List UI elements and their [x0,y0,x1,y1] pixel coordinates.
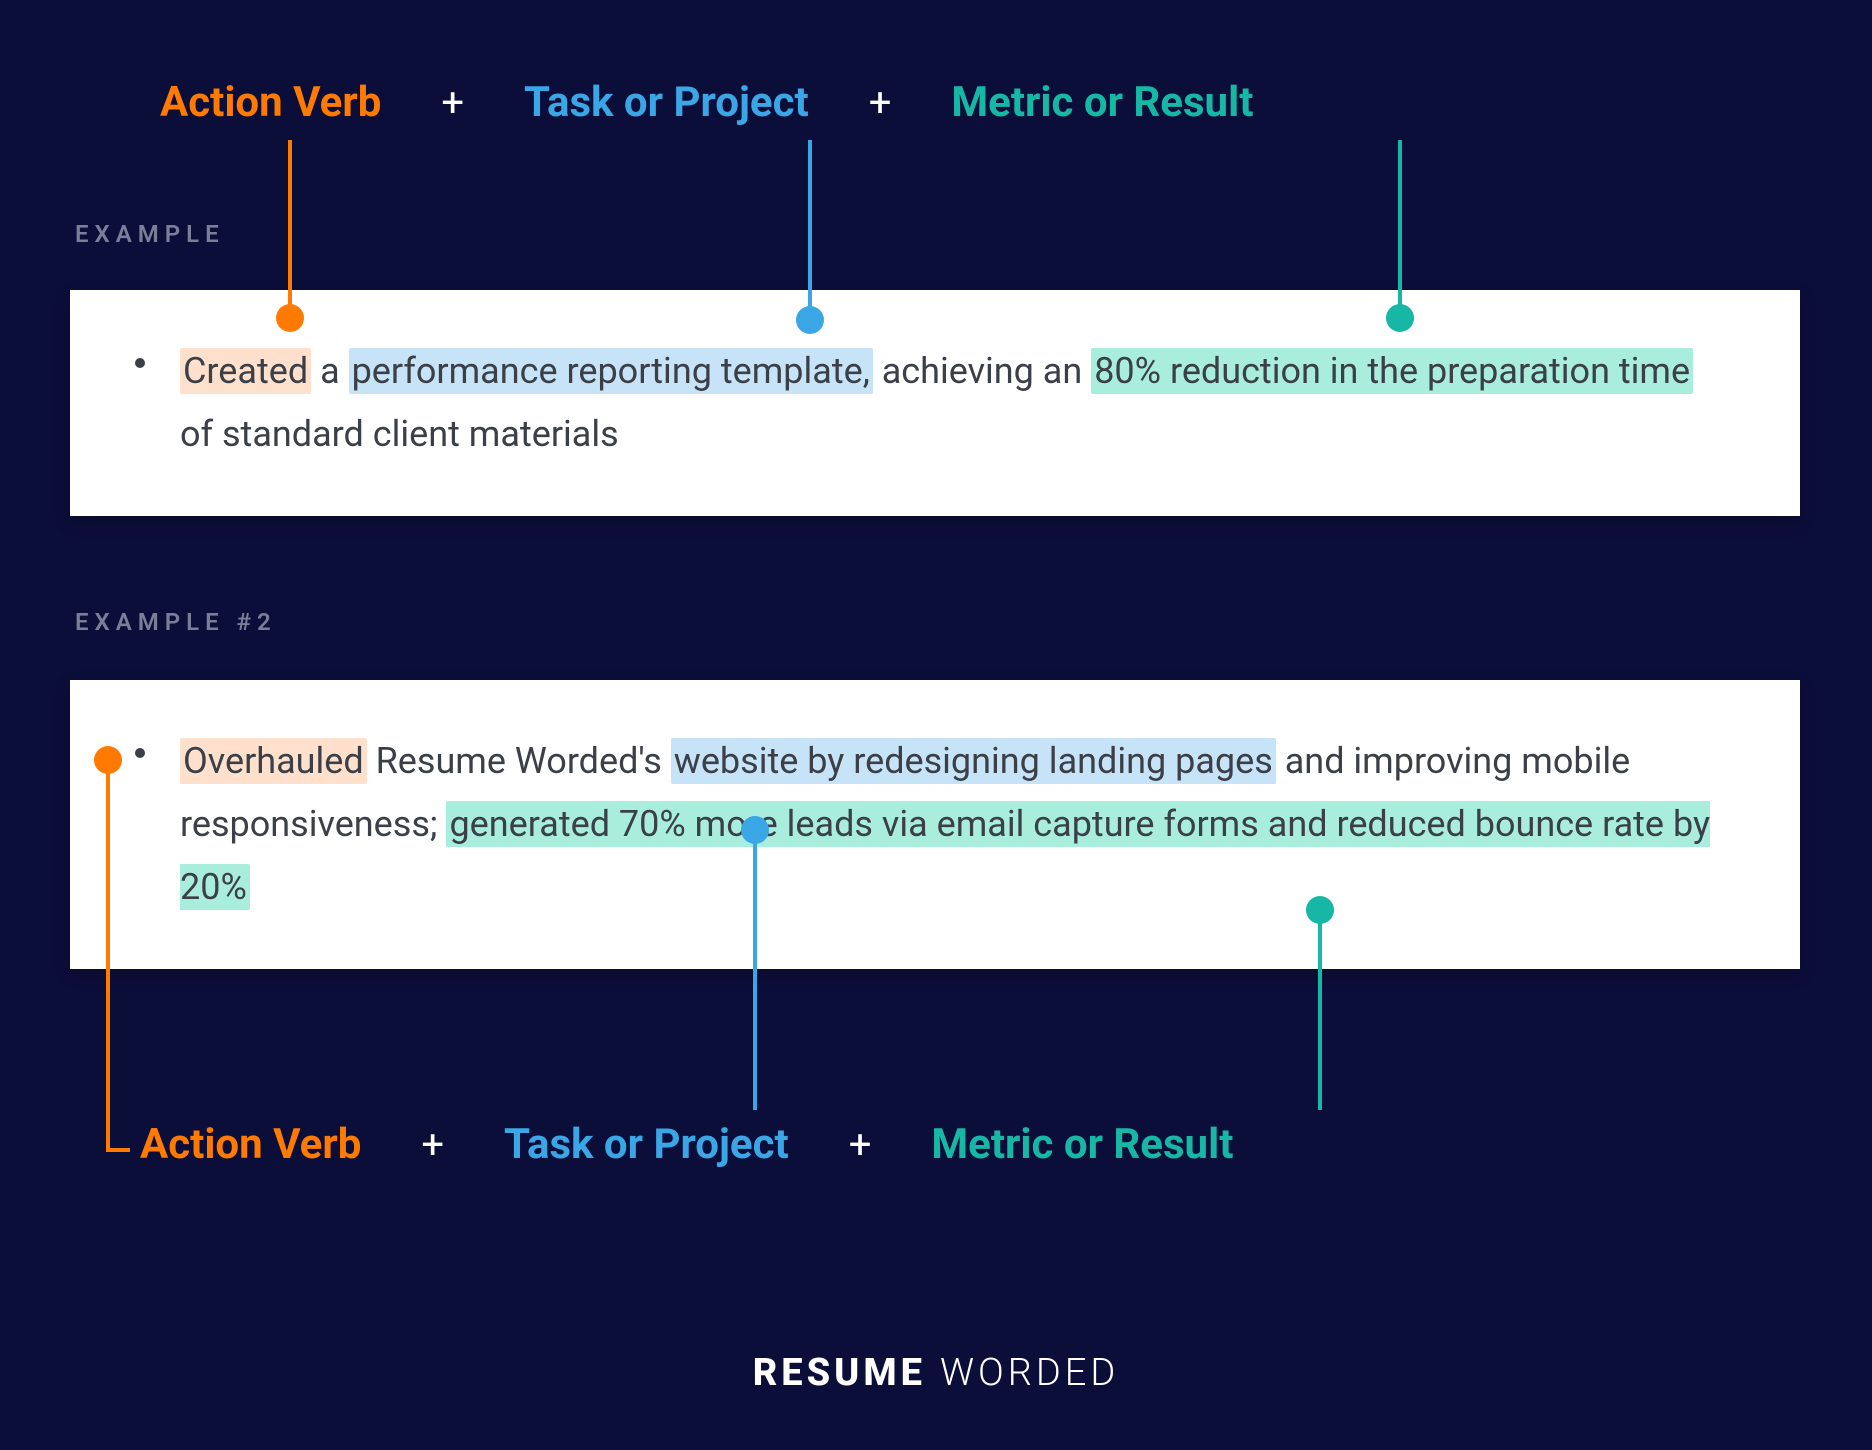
formula-task: Task or Project [504,1120,789,1169]
ex1-text: a [311,350,348,392]
ex2-task-highlight: website by redesigning landing pages [671,738,1276,784]
formula-task: Task or Project [524,78,809,127]
plus-icon: + [421,1121,444,1168]
ex2-action-verb-highlight: Overhauled [180,738,367,784]
formula-bottom: Action Verb + Task or Project + Metric o… [140,1120,1233,1169]
brand-part-2: WORDED [940,1351,1119,1395]
ex1-text: of standard client materials [180,413,619,455]
formula-top: Action Verb + Task or Project + Metric o… [160,78,1253,127]
ex1-task-highlight: performance reporting template, [349,348,873,394]
example-1-card: Created a performance reporting template… [70,290,1800,516]
formula-metric: Metric or Result [931,1120,1233,1169]
example-2-card: Overhauled Resume Worded's website by re… [70,680,1800,969]
plus-icon: + [441,79,464,126]
formula-action-verb: Action Verb [160,78,381,127]
example-1-label: EXAMPLE [75,220,225,248]
example-2-label: EXAMPLE #2 [75,608,277,636]
plus-icon: + [849,1121,872,1168]
brand-part-1: RESUME [753,1351,926,1395]
plus-icon: + [869,79,892,126]
ex1-text: achieving an [873,350,1091,392]
formula-action-verb: Action Verb [140,1120,361,1169]
bullet-icon [135,358,145,368]
ex1-metric-highlight: 80% reduction in the preparation time [1091,348,1693,394]
ex1-action-verb-highlight: Created [180,348,311,394]
example-1-bullet: Created a performance reporting template… [180,340,1720,466]
ex2-text: Resume Worded's [367,740,671,782]
bullet-icon [135,748,145,758]
example-2-bullet: Overhauled Resume Worded's website by re… [180,730,1720,919]
formula-metric: Metric or Result [951,78,1253,127]
brand-footer: RESUME WORDED [0,1351,1872,1395]
